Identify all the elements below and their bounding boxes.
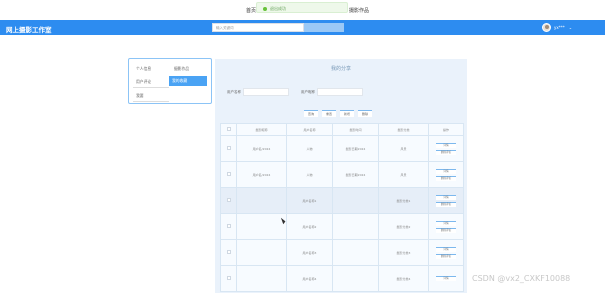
table-cell: 摄影分类2 (378, 213, 429, 240)
select-all-checkbox[interactable] (220, 123, 237, 136)
column-header: 摄影昵称 (236, 123, 287, 136)
search-input[interactable]: 输入关键词 (212, 23, 304, 32)
user-menu[interactable]: yx*** ⌄ (542, 22, 572, 33)
table-row: 用户名称2 摄影分类2 详情 删除评论 (220, 213, 464, 240)
table-header-row: 摄影昵称 用户名称 摄影时间 摄影分类 操作 (220, 123, 464, 136)
row-action-button[interactable]: 删除评论 (436, 227, 456, 233)
table-row: 用户名称3 摄影分类3 详情 删除评论 (220, 239, 464, 266)
header-bar: 网上摄影工作室 输入关键词 yx*** ⌄ (0, 20, 605, 35)
data-table: 摄影昵称 用户名称 摄影时间 摄影分类 操作 用户名/2024 人物 摄影日期202… (220, 123, 464, 292)
table-cell: 摄影日期2024 (332, 135, 379, 162)
table-cell: 风景 (378, 135, 429, 162)
reset-button[interactable]: 重置 (322, 110, 336, 117)
table-cell: 摄影分类3 (378, 239, 429, 266)
table-row: 用户名/2024 人物 摄影日期2024 风景 详情 删除评论 (220, 161, 464, 188)
add-button[interactable]: 新增 (340, 110, 354, 117)
table-cell (332, 265, 379, 292)
chevron-down-icon: ⌄ (568, 25, 573, 30)
actions-cell: 详情 删除评论 (428, 187, 464, 214)
sidebar-item-profile[interactable]: 个人信息 (133, 64, 167, 74)
table-cell (236, 265, 287, 292)
brand-title: 网上摄影工作室 (6, 26, 52, 34)
user-name: yx*** (554, 25, 565, 30)
table-cell (236, 187, 287, 214)
row-checkbox[interactable] (220, 213, 237, 240)
row-action-button[interactable]: 详情 (436, 246, 456, 252)
table-cell: 用户名/2024 (236, 135, 287, 162)
delete-button[interactable]: 删除 (358, 110, 372, 117)
table-row: 用户名称1 摄影分类1 详情 删除评论 (220, 187, 464, 214)
column-header: 操作 (428, 123, 464, 136)
table-cell: 摄影日期2024 (332, 161, 379, 188)
toast-text: 退出成功 (270, 6, 286, 11)
table-cell (332, 187, 379, 214)
actions-cell: 详情 删除评论 (428, 239, 464, 266)
row-action-button[interactable]: 详情 (436, 194, 456, 200)
watermark: CSDN @vx2_CXKF10088 (472, 274, 571, 283)
column-header: 摄影时间 (332, 123, 379, 136)
table-cell (332, 213, 379, 240)
row-action-button[interactable]: 删除评论 (436, 149, 456, 155)
row-action-button[interactable]: 详情 (436, 142, 456, 148)
top-nav: 首页 摄影作品 退出成功 (0, 0, 605, 20)
table-cell: 用户名/2024 (236, 161, 287, 188)
table-cell: 用户名称1 (286, 187, 333, 214)
table-cell (236, 239, 287, 266)
action-buttons: 查询 重置 新增 删除 (304, 110, 372, 117)
table-cell: 用户名称4 (286, 265, 333, 292)
sidebar-item-more[interactable]: 我要 (133, 91, 169, 102)
column-header: 摄影分类 (378, 123, 429, 136)
table-row: 用户名称4 摄影分类4 详情 (220, 265, 464, 292)
row-action-button[interactable]: 详情 (436, 220, 456, 226)
main-panel: 我的分享 用户名称 用户昵称 查询 重置 新增 删除 摄影昵称 用户名称 摄影时… (215, 59, 467, 293)
nav-photo-link[interactable]: 摄影作品 (349, 7, 369, 14)
row-action-button[interactable]: 详情 (436, 276, 456, 281)
avatar (542, 23, 551, 32)
row-checkbox[interactable] (220, 265, 237, 292)
column-header: 用户名称 (286, 123, 333, 136)
query-button[interactable]: 查询 (304, 110, 318, 117)
row-action-button[interactable]: 删除评论 (436, 175, 456, 181)
table-cell: 风景 (378, 161, 429, 188)
row-checkbox[interactable] (220, 135, 237, 162)
row-action-button[interactable]: 详情 (436, 168, 456, 174)
row-checkbox[interactable] (220, 187, 237, 214)
sidebar-item-comments[interactable]: 用户评论 (133, 77, 169, 88)
success-icon (263, 7, 267, 11)
table-row: 用户名/2024 人物 摄影日期2024 风景 详情 删除评论 (220, 135, 464, 162)
table-cell: 摄影分类1 (378, 187, 429, 214)
row-action-button[interactable]: 删除评论 (436, 253, 456, 259)
search-button[interactable] (304, 23, 344, 32)
success-toast: 退出成功 (256, 2, 348, 13)
page-title: 我的分享 (330, 66, 351, 72)
row-action-button[interactable]: 删除评论 (436, 201, 456, 207)
table-cell: 用户名称3 (286, 239, 333, 266)
table-cell: 人物 (286, 161, 333, 188)
sidebar-item-favorites[interactable]: 我的收藏 (169, 76, 207, 86)
nav-home-link[interactable]: 首页 (246, 7, 256, 14)
name-filter-label: 用户昵称 (301, 90, 315, 94)
table-cell: 摄影分类4 (378, 265, 429, 292)
table-cell (236, 213, 287, 240)
table-cell: 人物 (286, 135, 333, 162)
sidebar-menu: 个人信息 摄影作品 用户评论 我的收藏 我要 (128, 58, 212, 104)
row-checkbox[interactable] (220, 239, 237, 266)
actions-cell: 详情 (428, 265, 464, 292)
actions-cell: 详情 删除评论 (428, 161, 464, 188)
actions-cell: 详情 删除评论 (428, 213, 464, 240)
user-filter-input[interactable] (243, 88, 289, 96)
actions-cell: 详情 删除评论 (428, 135, 464, 162)
table-cell: 用户名称2 (286, 213, 333, 240)
name-filter-input[interactable] (317, 88, 363, 96)
row-checkbox[interactable] (220, 161, 237, 188)
table-cell (332, 239, 379, 266)
user-filter-label: 用户名称 (227, 90, 241, 94)
sidebar-item-works[interactable]: 摄影作品 (171, 64, 209, 74)
